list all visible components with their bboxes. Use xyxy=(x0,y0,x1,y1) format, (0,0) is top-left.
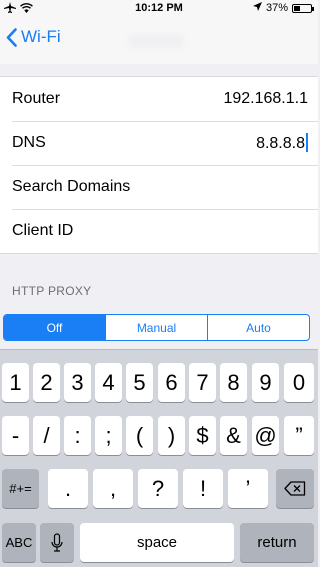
key-semicolon[interactable]: ; xyxy=(95,416,122,455)
search-domains-label: Search Domains xyxy=(12,178,131,195)
key-colon[interactable]: : xyxy=(64,416,91,455)
key-7[interactable]: 7 xyxy=(189,363,216,402)
key-9[interactable]: 9 xyxy=(252,363,279,402)
proxy-option-off[interactable]: Off xyxy=(4,315,105,340)
keyboard: 1 2 3 4 5 6 7 8 9 0 - / : ; ( ) $ & @ ” … xyxy=(0,349,318,567)
key-exclamation[interactable]: ! xyxy=(183,469,223,508)
key-4[interactable]: 4 xyxy=(95,363,122,402)
key-quote[interactable]: ” xyxy=(284,416,314,455)
proxy-option-manual[interactable]: Manual xyxy=(105,315,207,340)
key-1[interactable]: 1 xyxy=(2,363,29,402)
router-row: Router 192.168.1.1 xyxy=(0,77,318,121)
key-more-symbols[interactable]: #+= xyxy=(2,469,39,508)
navigation-bar: Wi-Fi xyxy=(0,18,318,64)
key-question[interactable]: ? xyxy=(138,469,178,508)
key-period[interactable]: . xyxy=(48,469,88,508)
back-button[interactable]: Wi-Fi xyxy=(6,27,61,47)
backspace-icon xyxy=(284,481,306,496)
http-proxy-section-title: HTTP PROXY xyxy=(12,284,92,298)
key-8[interactable]: 8 xyxy=(220,363,247,402)
key-open-paren[interactable]: ( xyxy=(126,416,153,455)
chevron-left-icon xyxy=(6,27,17,47)
key-delete[interactable] xyxy=(276,469,314,508)
key-space[interactable]: space xyxy=(80,523,234,562)
key-0[interactable]: 0 xyxy=(284,363,314,402)
battery-level-fill xyxy=(294,5,300,11)
key-dictation[interactable] xyxy=(40,523,74,562)
key-dollar[interactable]: $ xyxy=(189,416,216,455)
http-proxy-segmented-control: Off Manual Auto xyxy=(3,314,310,341)
router-value: 192.168.1.1 xyxy=(223,90,308,107)
proxy-option-auto[interactable]: Auto xyxy=(207,315,309,340)
network-name-redacted xyxy=(128,34,184,48)
location-arrow-icon xyxy=(252,2,262,14)
key-slash[interactable]: / xyxy=(33,416,60,455)
key-return[interactable]: return xyxy=(240,523,314,562)
key-hyphen[interactable]: - xyxy=(2,416,29,455)
key-6[interactable]: 6 xyxy=(158,363,185,402)
key-3[interactable]: 3 xyxy=(64,363,91,402)
battery-percentage: 37% xyxy=(265,2,288,14)
client-id-label: Client ID xyxy=(12,222,74,239)
dns-value: 8.8.8.8 xyxy=(256,135,305,152)
status-bar: 10:12 PM 37% xyxy=(0,0,318,18)
dns-row[interactable]: DNS 8.8.8.8 xyxy=(0,121,318,165)
back-button-label: Wi-Fi xyxy=(21,27,61,46)
key-5[interactable]: 5 xyxy=(126,363,153,402)
key-close-paren[interactable]: ) xyxy=(158,416,185,455)
settings-group: Router 192.168.1.1 DNS 8.8.8.8 Search Do… xyxy=(0,76,318,254)
microphone-icon xyxy=(51,532,63,552)
dns-label: DNS xyxy=(12,134,46,151)
key-comma[interactable]: , xyxy=(93,469,133,508)
key-2[interactable]: 2 xyxy=(33,363,60,402)
key-apostrophe[interactable]: ’ xyxy=(228,469,268,508)
key-at[interactable]: @ xyxy=(252,416,279,455)
status-right: 37% xyxy=(252,2,314,14)
key-abc[interactable]: ABC xyxy=(2,523,36,562)
client-id-row[interactable]: Client ID xyxy=(0,209,318,253)
dns-field[interactable]: 8.8.8.8 xyxy=(256,133,308,153)
search-domains-row[interactable]: Search Domains xyxy=(0,165,318,209)
key-ampersand[interactable]: & xyxy=(220,416,247,455)
text-cursor xyxy=(306,133,308,152)
router-label: Router xyxy=(12,90,61,107)
battery-icon xyxy=(292,3,314,13)
